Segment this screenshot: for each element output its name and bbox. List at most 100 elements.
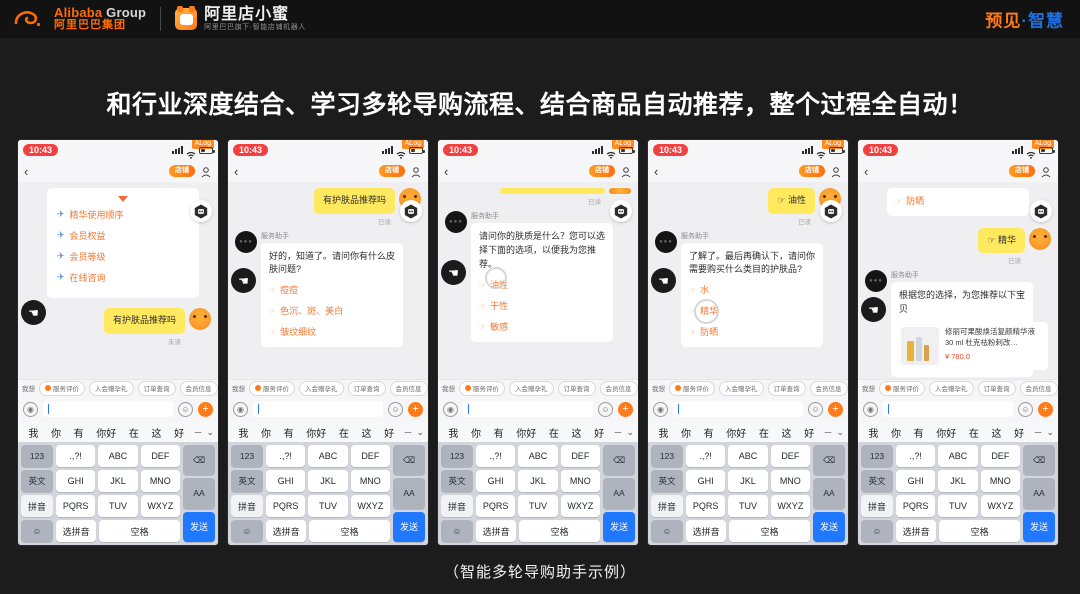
candidate-controls[interactable]: － ⌄ — [190, 426, 214, 439]
candidate-word[interactable]: 在 — [333, 425, 356, 440]
candidate-word[interactable]: 好 — [168, 425, 191, 440]
key-emoji[interactable]: ☺ — [651, 520, 683, 542]
key-pqrs[interactable]: PQRS — [266, 495, 306, 517]
candidate-word[interactable]: 你好 — [90, 425, 123, 440]
person-icon[interactable] — [620, 165, 632, 178]
key-mno[interactable]: MNO — [980, 470, 1020, 492]
person-icon[interactable] — [410, 165, 422, 178]
candidate-controls[interactable]: － ⌄ — [1030, 426, 1054, 439]
key-123[interactable]: 123 — [21, 445, 53, 467]
key-123[interactable]: 123 — [651, 445, 683, 467]
key-abc[interactable]: ABC — [308, 445, 348, 467]
emoji-icon[interactable]: ☺ — [808, 401, 823, 417]
shop-pill-button[interactable]: 店铺 — [169, 165, 195, 177]
key-pinyin[interactable]: 拼音 — [441, 495, 473, 517]
key-pinyin[interactable]: 拼音 — [651, 495, 683, 517]
candidate-word[interactable]: 你 — [45, 425, 68, 440]
candidate-word[interactable]: 好 — [378, 425, 401, 440]
voice-icon[interactable]: ◉ — [233, 401, 248, 417]
message-input[interactable] — [43, 401, 173, 417]
robot-assistant-badge[interactable] — [190, 200, 212, 222]
menu-item[interactable]: ✈ 精华使用顺序 — [57, 204, 189, 225]
key-123[interactable]: 123 — [861, 445, 893, 467]
key-punct[interactable]: .,?! — [686, 445, 726, 467]
candidate-word[interactable]: 这 — [145, 425, 168, 440]
key-ghi[interactable]: GHI — [266, 470, 306, 492]
key-def[interactable]: DEF — [140, 445, 180, 467]
key-abc[interactable]: ABC — [98, 445, 138, 467]
key-caps[interactable]: AA — [1023, 478, 1055, 509]
candidate-controls[interactable]: － ⌄ — [400, 426, 424, 439]
key-abc[interactable]: ABC — [728, 445, 768, 467]
candidate-word[interactable]: 有 — [67, 425, 90, 440]
minus-icon[interactable]: － — [1033, 426, 1042, 439]
key-punct[interactable]: .,?! — [896, 445, 936, 467]
voice-icon[interactable]: ◉ — [443, 401, 458, 417]
key-backspace[interactable]: ⌫ — [1023, 445, 1055, 476]
candidate-controls[interactable]: － ⌄ — [610, 426, 634, 439]
key-mno[interactable]: MNO — [770, 470, 810, 492]
chip-order-query[interactable]: 订单查询 — [977, 380, 1016, 396]
key-emoji[interactable]: ☺ — [21, 520, 53, 542]
key-def[interactable]: DEF — [980, 445, 1020, 467]
candidate-word[interactable]: 这 — [775, 425, 798, 440]
key-pqrs[interactable]: PQRS — [476, 495, 516, 517]
minus-icon[interactable]: － — [403, 426, 412, 439]
candidate-word[interactable]: 你好 — [300, 425, 333, 440]
key-select-pinyin[interactable]: 选拼音 — [476, 520, 517, 542]
emoji-icon[interactable]: ☺ — [1018, 401, 1033, 417]
key-english[interactable]: 英文 — [651, 470, 683, 492]
key-jkl[interactable]: JKL — [518, 470, 558, 492]
voice-icon[interactable]: ◉ — [653, 401, 668, 417]
key-backspace[interactable]: ⌫ — [183, 445, 215, 476]
key-pqrs[interactable]: PQRS — [56, 495, 96, 517]
key-123[interactable]: 123 — [441, 445, 473, 467]
chip-service-rating[interactable]: 服务评价 — [249, 380, 295, 396]
candidate-word[interactable]: 好 — [1008, 425, 1031, 440]
key-jkl[interactable]: JKL — [938, 470, 978, 492]
key-wxyz[interactable]: WXYZ — [770, 495, 810, 517]
candidate-word[interactable]: 有 — [697, 425, 720, 440]
key-punct[interactable]: .,?! — [476, 445, 516, 467]
add-more-button[interactable]: + — [1038, 401, 1053, 417]
key-punct[interactable]: .,?! — [266, 445, 306, 467]
chip-order-query[interactable]: 订单查询 — [557, 380, 596, 396]
option-item[interactable]: ☞ 痘痘 — [269, 284, 395, 298]
key-abc[interactable]: ABC — [938, 445, 978, 467]
key-tuv[interactable]: TUV — [98, 495, 138, 517]
add-more-button[interactable]: + — [408, 401, 423, 417]
message-input[interactable] — [673, 401, 803, 417]
candidate-word[interactable]: 在 — [543, 425, 566, 440]
key-def[interactable]: DEF — [560, 445, 600, 467]
candidate-word[interactable]: 我 — [22, 425, 45, 440]
key-emoji[interactable]: ☺ — [231, 520, 263, 542]
key-backspace[interactable]: ⌫ — [393, 445, 425, 476]
key-emoji[interactable]: ☺ — [861, 520, 893, 542]
key-pqrs[interactable]: PQRS — [686, 495, 726, 517]
back-icon[interactable]: ‹ — [24, 165, 28, 178]
candidate-word[interactable]: 这 — [985, 425, 1008, 440]
key-select-pinyin[interactable]: 选拼音 — [56, 520, 97, 542]
key-jkl[interactable]: JKL — [728, 470, 768, 492]
shop-pill-button[interactable]: 店铺 — [589, 165, 615, 177]
key-send[interactable]: 发送 — [813, 511, 845, 542]
product-card[interactable]: 修丽可果酸焕活复颜精华液 30 ml 杜克祛粉刺改… ¥ 780.0 — [896, 322, 1048, 371]
candidate-word[interactable]: 你 — [255, 425, 278, 440]
candidate-word[interactable]: 我 — [862, 425, 885, 440]
key-caps[interactable]: AA — [393, 478, 425, 509]
option-item[interactable]: ☞ 干性 — [479, 300, 605, 314]
key-caps[interactable]: AA — [603, 478, 635, 509]
key-123[interactable]: 123 — [231, 445, 263, 467]
voice-icon[interactable]: ◉ — [863, 401, 878, 417]
minus-icon[interactable]: － — [613, 426, 622, 439]
shop-pill-button[interactable]: 店铺 — [379, 165, 405, 177]
candidate-word[interactable]: 你 — [885, 425, 908, 440]
candidate-word[interactable]: 你好 — [510, 425, 543, 440]
key-english[interactable]: 英文 — [21, 470, 53, 492]
chevron-down-icon[interactable]: ⌄ — [1047, 427, 1055, 438]
chip-member-info[interactable]: 会员信息 — [1019, 380, 1058, 396]
person-icon[interactable] — [1040, 165, 1052, 178]
key-jkl[interactable]: JKL — [98, 470, 138, 492]
chip-member-gift[interactable]: 入会赠孕礼 — [89, 380, 134, 396]
candidate-word[interactable]: 我 — [442, 425, 465, 440]
